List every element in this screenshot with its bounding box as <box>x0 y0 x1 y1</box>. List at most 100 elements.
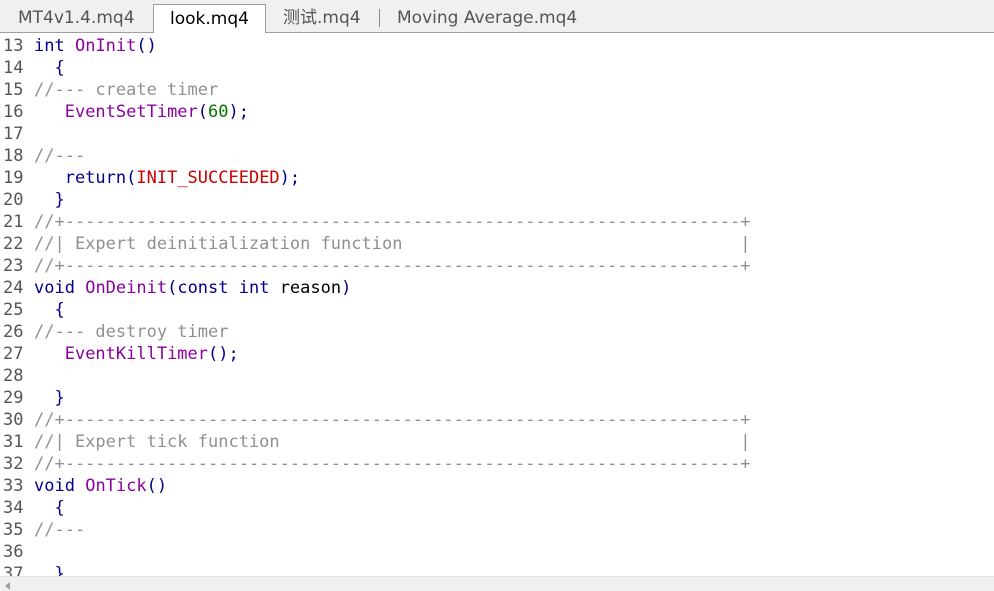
line-number: 33 <box>3 476 24 496</box>
code-line[interactable]: 28 <box>0 365 34 387</box>
line-number: 37 <box>3 564 24 576</box>
code-token: //+-------------------------------------… <box>34 410 751 430</box>
code-text: //--- create timer <box>34 80 218 100</box>
code-line[interactable]: 27 EventKillTimer(); <box>0 343 239 365</box>
code-text: void OnTick() <box>34 476 167 496</box>
code-text: //--- <box>34 146 85 166</box>
code-token: //--- destroy timer <box>34 322 229 342</box>
code-token: { <box>34 300 65 320</box>
code-line[interactable]: 23 //+-----------------------------------… <box>0 255 750 277</box>
tab-moving-average[interactable]: Moving Average.mq4 <box>397 4 577 32</box>
code-line[interactable]: 17 <box>0 123 34 145</box>
code-line[interactable]: 33 void OnTick() <box>0 475 167 497</box>
code-token: OnDeinit <box>85 278 168 298</box>
code-text: //+-------------------------------------… <box>34 410 750 430</box>
line-number: 27 <box>3 344 24 364</box>
code-token: //+-------------------------------------… <box>34 256 751 276</box>
line-number: 15 <box>3 80 24 100</box>
line-number: 29 <box>3 388 24 408</box>
line-number: 22 <box>3 234 24 254</box>
code-token: //| Expert deinitialization function | <box>34 234 751 254</box>
code-token: ( <box>197 102 209 122</box>
code-token: INIT_SUCCEEDED <box>136 168 280 188</box>
line-number: 34 <box>3 498 24 518</box>
code-token: (const int <box>167 278 270 298</box>
horizontal-scrollbar[interactable] <box>0 576 994 591</box>
code-token: OnInit <box>74 36 137 56</box>
code-token: //+-------------------------------------… <box>34 454 751 474</box>
code-line[interactable]: 22 //| Expert deinitialization function | <box>0 233 750 255</box>
tab-mt4v1-4[interactable]: MT4v1.4.mq4 <box>18 4 135 32</box>
line-number: 24 <box>3 278 24 298</box>
code-text: { <box>34 300 65 320</box>
code-token: //--- create timer <box>34 80 219 100</box>
code-token: () <box>136 36 157 56</box>
code-line[interactable]: 16 EventSetTimer(60); <box>0 101 249 123</box>
code-token: } <box>34 190 65 210</box>
code-line[interactable]: 29 } <box>0 387 65 409</box>
code-line[interactable]: 21 //+-----------------------------------… <box>0 211 750 233</box>
code-text: } <box>34 564 65 576</box>
code-token: EventSetTimer <box>64 102 198 122</box>
code-token: ); <box>279 168 301 188</box>
code-text: //--- destroy timer <box>34 322 228 342</box>
code-text: return(INIT_SUCCEEDED); <box>34 168 300 188</box>
code-token: EventKillTimer <box>64 344 209 364</box>
scroll-left-arrow-icon[interactable] <box>5 582 10 590</box>
code-line[interactable]: 24 void OnDeinit(const int reason) <box>0 277 351 299</box>
line-number: 25 <box>3 300 24 320</box>
line-number: 23 <box>3 256 24 276</box>
tab-ceshi[interactable]: 测试.mq4 <box>283 4 361 32</box>
code-line[interactable]: 32 //+-----------------------------------… <box>0 453 750 475</box>
code-line[interactable]: 37 } <box>0 563 65 576</box>
code-token: //+-------------------------------------… <box>34 212 751 232</box>
code-line[interactable]: 35 //--- <box>0 519 85 541</box>
tab-separator <box>379 9 380 27</box>
line-number: 35 <box>3 520 24 540</box>
code-text: int OnInit() <box>34 36 157 56</box>
code-line[interactable]: 31 //| Expert tick function | <box>0 431 750 453</box>
code-line[interactable]: 30 //+-----------------------------------… <box>0 409 750 431</box>
code-token: () <box>146 476 168 496</box>
code-text: //| Expert deinitialization function | <box>34 234 750 254</box>
code-token: reason <box>269 278 342 298</box>
tab-look-active[interactable]: look.mq4 <box>153 4 266 33</box>
line-number: 28 <box>3 366 24 386</box>
code-token: int <box>34 36 65 56</box>
code-line[interactable]: 13 int OnInit() <box>0 35 157 57</box>
line-number: 20 <box>3 190 24 210</box>
code-token: ( <box>126 168 137 188</box>
line-number: 16 <box>3 102 24 122</box>
code-text: EventSetTimer(60); <box>34 102 249 122</box>
code-token: } <box>34 388 65 408</box>
code-line[interactable]: 18 //--- <box>0 145 85 167</box>
code-line[interactable]: 25 { <box>0 299 65 321</box>
code-token: } <box>34 564 65 576</box>
code-line[interactable]: 19 return(INIT_SUCCEEDED); <box>0 167 300 189</box>
code-text: //+-------------------------------------… <box>34 454 750 474</box>
code-text: //+-------------------------------------… <box>34 256 750 276</box>
code-token: 60 <box>208 102 229 122</box>
code-line[interactable]: 34 { <box>0 497 65 519</box>
code-token: return <box>34 168 127 188</box>
code-line[interactable]: 26 //--- destroy timer <box>0 321 228 343</box>
line-number: 36 <box>3 542 24 562</box>
code-token: (); <box>208 344 239 364</box>
code-text: //+-------------------------------------… <box>34 212 750 232</box>
line-number: 32 <box>3 454 24 474</box>
code-editor[interactable]: 13 int OnInit() 14 {15//--- create timer 16… <box>0 34 994 576</box>
line-number: 30 <box>3 410 24 430</box>
code-line[interactable]: 14 { <box>0 57 65 79</box>
code-line[interactable]: 15 //--- create timer <box>0 79 218 101</box>
code-token: void <box>34 476 75 496</box>
line-number: 31 <box>3 432 24 452</box>
line-number: 19 <box>3 168 24 188</box>
code-token: //| Expert tick function | <box>34 432 751 452</box>
line-number: 18 <box>3 146 24 166</box>
code-line[interactable]: 36 <box>0 541 34 563</box>
code-line[interactable]: 20 } <box>0 189 65 211</box>
